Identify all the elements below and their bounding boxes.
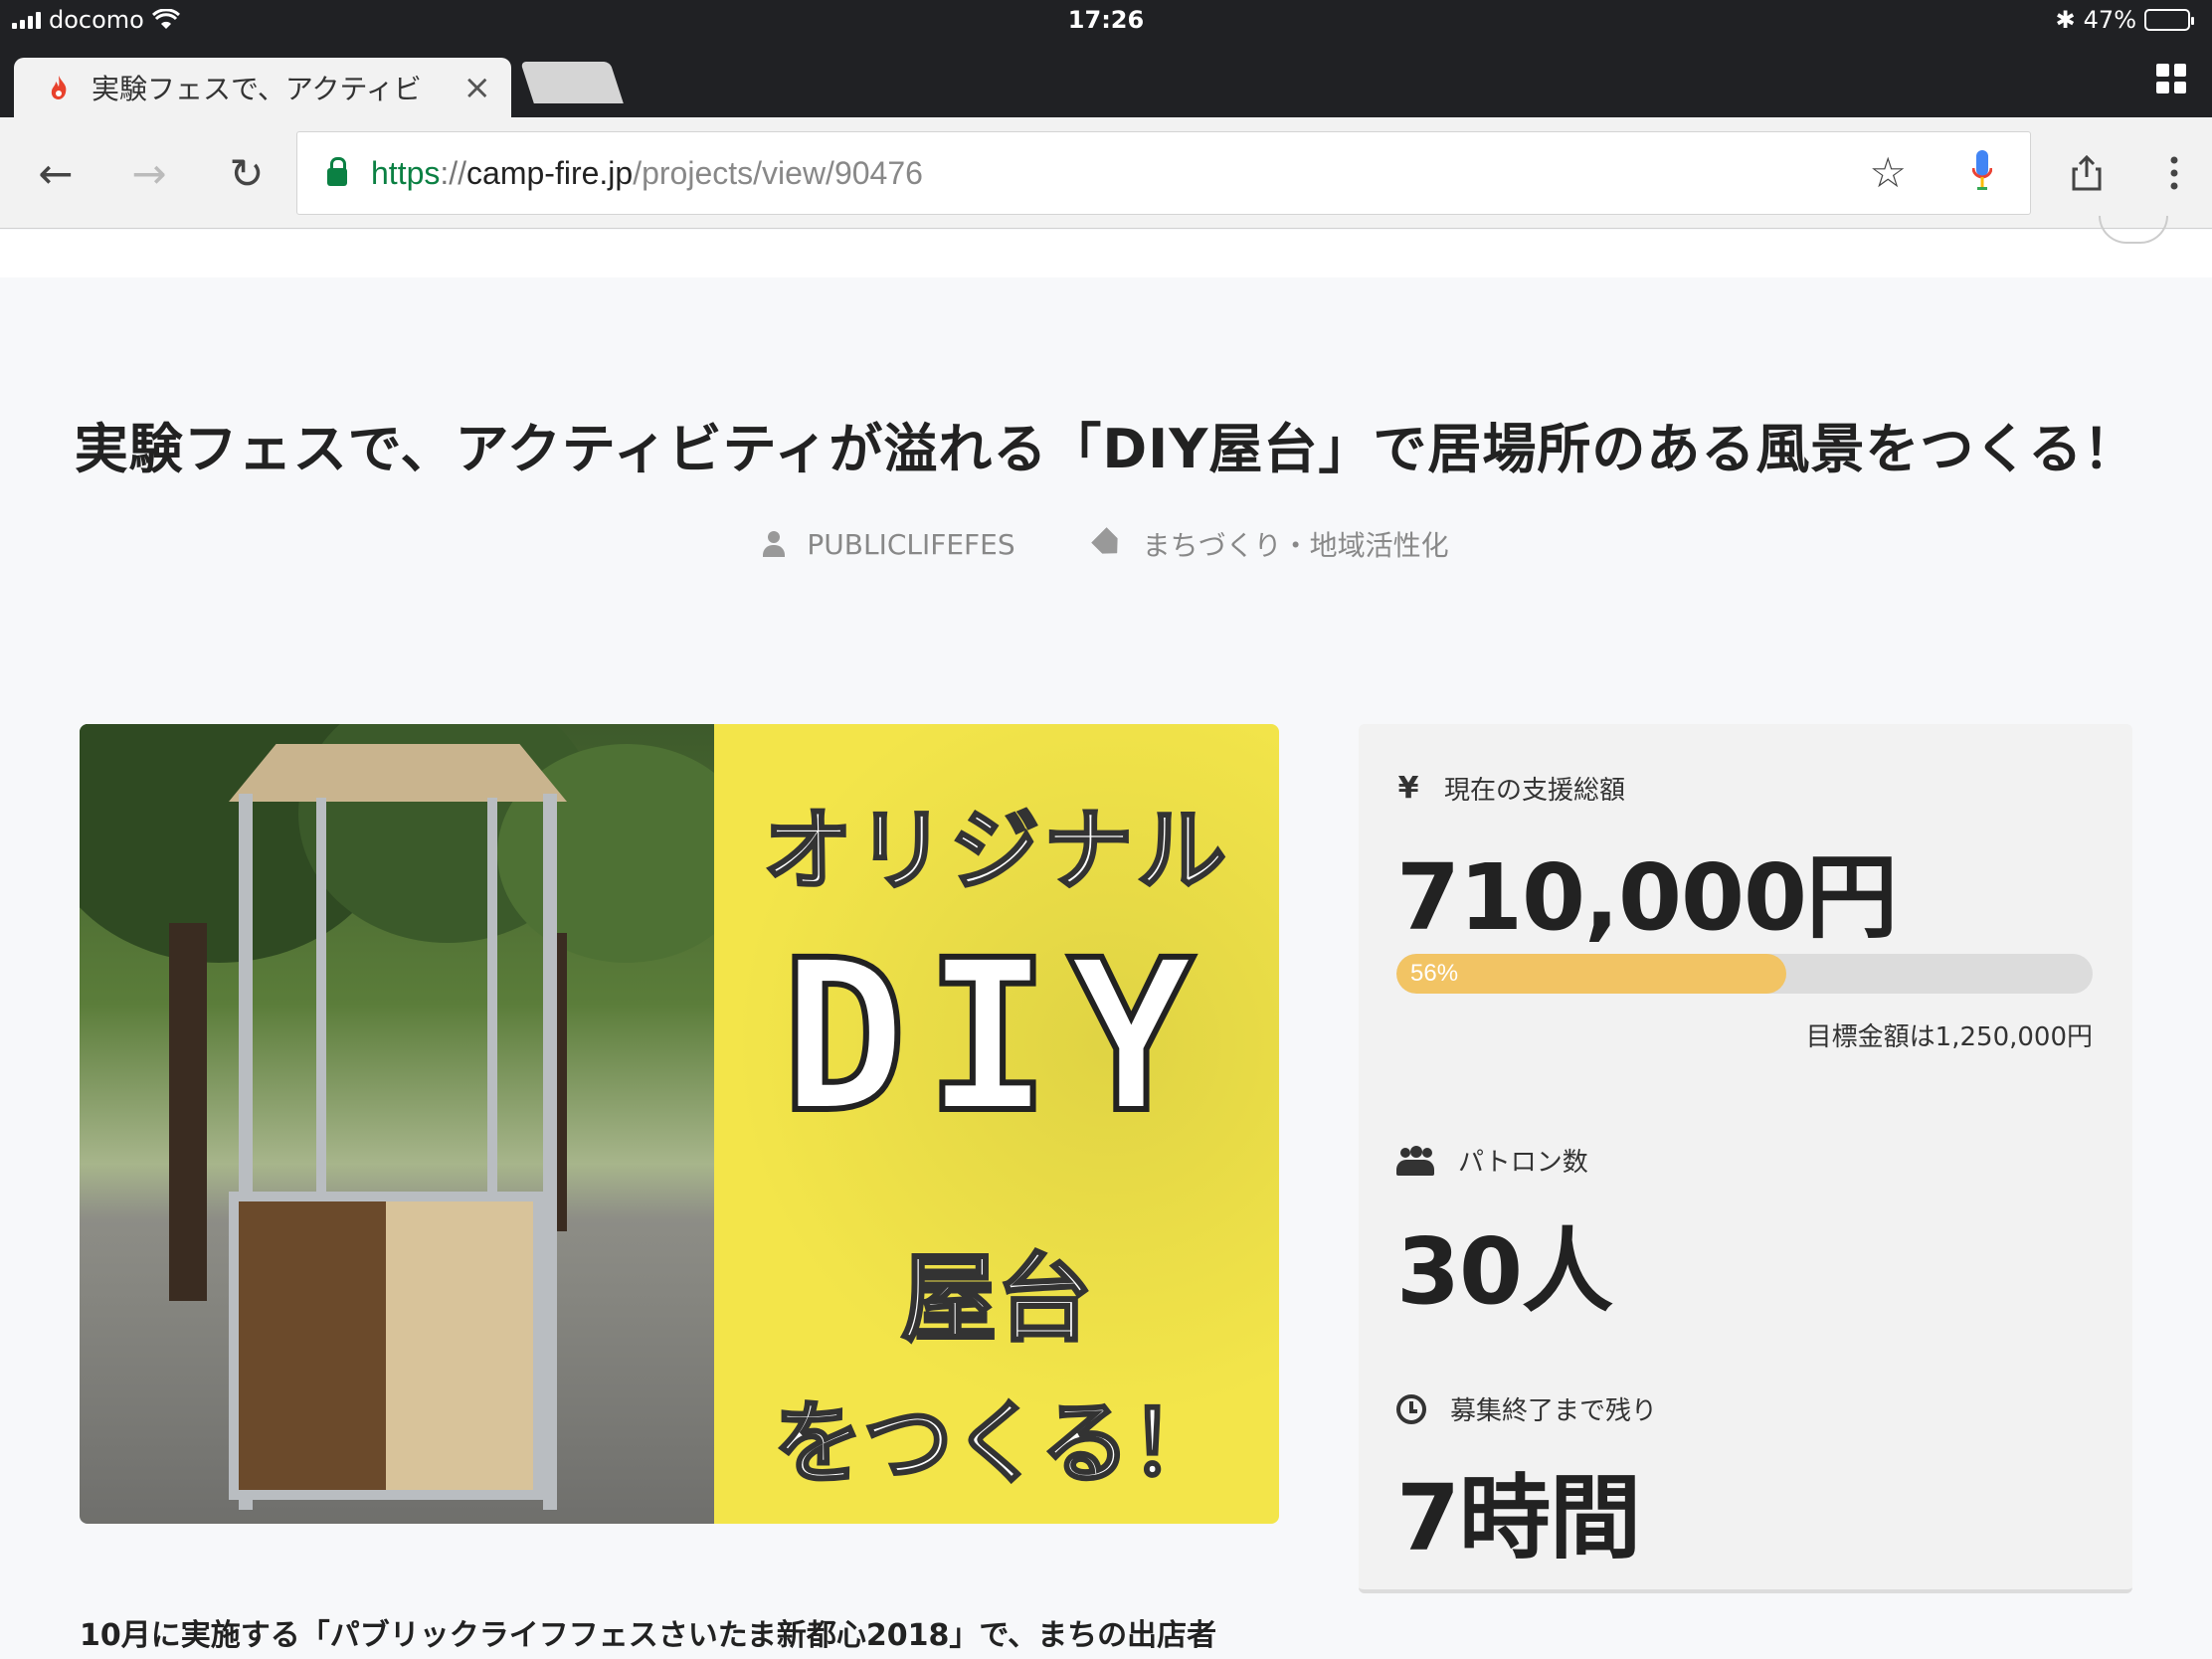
url-host: camp-fire.jp xyxy=(466,154,634,191)
funding-label-row: ¥ 現在の支援総額 xyxy=(1396,770,1625,807)
remaining-label-row: 募集終了まで残り xyxy=(1396,1390,1657,1427)
funding-stats-card: ¥ 現在の支援総額 710,000円 56% 目標金額は1,250,000円 パ… xyxy=(1359,724,2132,1593)
lock-icon xyxy=(327,157,347,186)
bluetooth-icon: ✱ xyxy=(2055,6,2076,34)
remaining-value: 7時間 xyxy=(1396,1465,1641,1571)
yen-icon: ¥ xyxy=(1397,771,1419,806)
owner-name: PUBLICLIFEFES xyxy=(807,527,1015,561)
hero-text-original: オリジナル xyxy=(762,798,1230,905)
hero-title-panel: オリジナル DIY 屋台 をつくる！ xyxy=(714,724,1279,1524)
battery-icon xyxy=(2144,9,2194,31)
reload-icon[interactable]: ↻ xyxy=(221,147,273,199)
campfire-favicon-icon xyxy=(51,76,67,99)
site-header-strip xyxy=(0,216,2212,277)
url-separator: :// xyxy=(440,154,467,191)
patrons-label: パトロン数 xyxy=(1458,1148,1588,1178)
funding-progress-bar: 56% xyxy=(1396,954,2093,994)
project-meta: PUBLICLIFEFES まちづくり・地域活性化 xyxy=(0,524,2212,564)
clock-icon xyxy=(1396,1393,1426,1424)
tab-active[interactable]: 実験フェスで、アクティビ × xyxy=(14,58,511,117)
group-icon xyxy=(1396,1145,1434,1176)
project-title: 実験フェスで、アクティビティが溢れる「DIY屋台」で居場所のある風景をつくる！ xyxy=(74,418,2138,480)
forward-arrow-icon[interactable]: → xyxy=(123,147,175,199)
category-name: まちづくり・地域活性化 xyxy=(1142,529,1449,562)
stall-photo xyxy=(80,724,756,1524)
url-path: /projects/view/90476 xyxy=(633,154,923,191)
back-arrow-icon[interactable]: ← xyxy=(30,147,82,199)
tab-strip: 実験フェスで、アクティビ × xyxy=(0,40,2212,117)
tag-icon xyxy=(1091,527,1125,561)
project-owner[interactable]: PUBLICLIFEFES xyxy=(763,524,1015,564)
menu-dots-icon[interactable] xyxy=(2148,147,2200,199)
funding-value: 710,000円 xyxy=(1396,844,1898,951)
clock-time: 17:26 xyxy=(1067,6,1145,34)
share-icon[interactable] xyxy=(2061,147,2113,199)
new-tab-button[interactable] xyxy=(520,62,624,103)
browser-toolbar: ← → ↻ https://camp-fire.jp/projects/view… xyxy=(0,117,2212,229)
tab-title: 実験フェスで、アクティビ xyxy=(92,73,422,105)
tab-close-icon[interactable]: × xyxy=(463,68,492,107)
battery-percent: 47% xyxy=(2083,6,2136,34)
page-content: 実験フェスで、アクティビティが溢れる「DIY屋台」で居場所のある風景をつくる！ … xyxy=(0,216,2212,1659)
patrons-label-row: パトロン数 xyxy=(1396,1142,1588,1179)
site-logo-icon[interactable] xyxy=(2099,216,2168,244)
status-bar: docomo 17:26 ✱ 47% xyxy=(0,0,2212,40)
user-icon xyxy=(763,531,786,557)
hero-text-diy: DIY xyxy=(778,915,1212,1159)
funding-label: 現在の支援総額 xyxy=(1444,776,1626,806)
remaining-label: 募集終了まで残り xyxy=(1450,1396,1658,1426)
address-bar[interactable]: https://camp-fire.jp/projects/view/90476… xyxy=(296,131,2031,215)
hero-text-yatai: 屋台 xyxy=(900,1242,1094,1357)
project-description: 10月に実施する「パブリックライフフェスさいたま新都心2018」で、まちの出店者 xyxy=(80,1618,1217,1653)
project-category[interactable]: まちづくり・地域活性化 xyxy=(1095,524,1449,564)
bookmark-star-icon[interactable]: ☆ xyxy=(1869,148,1907,197)
patrons-value: 30人 xyxy=(1396,1218,1613,1325)
goal-amount: 目標金額は1,250,000円 xyxy=(1805,1022,2093,1052)
tab-switcher-icon[interactable] xyxy=(2156,64,2186,93)
project-hero-image: オリジナル DIY 屋台 をつくる！ xyxy=(80,724,1279,1524)
microphone-icon[interactable] xyxy=(1972,146,1992,198)
hero-text-tsukuru: をつくる！ xyxy=(772,1390,1220,1498)
url-scheme: https xyxy=(371,154,441,191)
progress-percent: 56% xyxy=(1410,960,1459,987)
